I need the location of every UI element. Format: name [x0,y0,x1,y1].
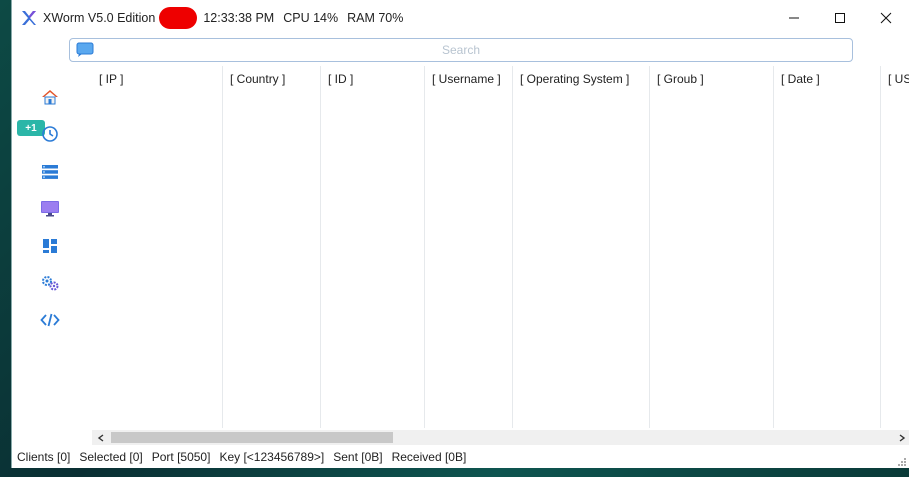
sidebar-item-list[interactable] [39,161,61,183]
home-icon [42,90,58,105]
chevron-right-icon [899,433,905,442]
column-country[interactable]: [ Country ] [223,66,321,428]
status-key: Key [<123456789>] [219,450,325,464]
status-selected: Selected [0] [79,450,143,464]
maximize-button[interactable] [817,0,863,36]
chat-bubble-icon [76,42,94,58]
window-title: XWorm V5.0 Edition [43,11,156,25]
scroll-right-button[interactable] [893,430,909,445]
sidebar-item-history[interactable] [39,123,61,145]
ram-readout: RAM 70% [347,11,404,25]
column-header-date[interactable]: [ Date ] [781,72,820,86]
maximize-icon [835,13,845,23]
resize-grip-icon[interactable] [897,456,907,466]
settings-gears-icon [42,276,59,291]
sidebar-item-monitor[interactable] [39,198,61,220]
column-header-country[interactable]: [ Country ] [230,72,285,86]
search-input[interactable] [94,43,828,57]
clock-readout: 12:33:38 PM [203,11,275,25]
column-username[interactable]: [ Username ] [425,66,513,428]
column-header-ip[interactable]: [ IP ] [99,72,123,86]
list-icon [42,165,58,179]
status-received: Received [0B] [391,450,467,464]
close-button[interactable] [863,0,909,36]
minimize-button[interactable] [771,0,817,36]
column-ip[interactable]: [ IP ] [92,66,223,428]
horizontal-scrollbar[interactable] [92,430,909,445]
redaction-mark [159,7,198,29]
sidebar-item-settings[interactable] [39,272,61,294]
column-header-id[interactable]: [ ID ] [328,72,353,86]
column-date[interactable]: [ Date ] [774,66,881,428]
column-operating-system[interactable]: [ Operating System ] [513,66,650,428]
clients-table[interactable]: [ IP ] [ Country ] [ ID ] [ Username ] [… [92,66,909,428]
status-bar: Clients [0] Selected [0] Port [5050] Key… [12,446,909,468]
sidebar-item-home[interactable] [39,86,61,108]
column-user[interactable]: [ USE [881,66,909,428]
search-bar[interactable] [69,38,853,62]
status-clients: Clients [0] [17,450,71,464]
close-icon [880,12,892,24]
dashboard-icon [43,239,57,253]
scroll-left-button[interactable] [92,430,109,445]
column-header-username[interactable]: [ Username ] [432,72,501,86]
column-header-user[interactable]: [ USE [888,72,909,86]
monitor-icon [41,201,59,217]
chevron-left-icon [97,433,103,442]
app-window: XWorm V5.0 Edition 12:33:38 PM CPU 14% R… [11,0,909,468]
xworm-logo-icon [21,10,37,26]
column-groub[interactable]: [ Groub ] [650,66,774,428]
minimize-icon [789,17,799,19]
code-icon [40,313,60,327]
status-port: Port [5050] [151,450,211,464]
sidebar-item-code[interactable] [39,309,61,331]
history-icon [42,126,58,142]
status-sent: Sent [0B] [333,450,383,464]
column-header-operating-system[interactable]: [ Operating System ] [520,72,629,86]
window-controls [771,0,909,36]
sidebar-item-dashboard[interactable] [39,235,61,257]
cpu-readout: CPU 14% [283,11,339,25]
scroll-thumb[interactable] [111,432,393,443]
column-header-groub[interactable]: [ Groub ] [657,72,704,86]
column-id[interactable]: [ ID ] [321,66,425,428]
title-bar: XWorm V5.0 Edition 12:33:38 PM CPU 14% R… [12,0,909,36]
